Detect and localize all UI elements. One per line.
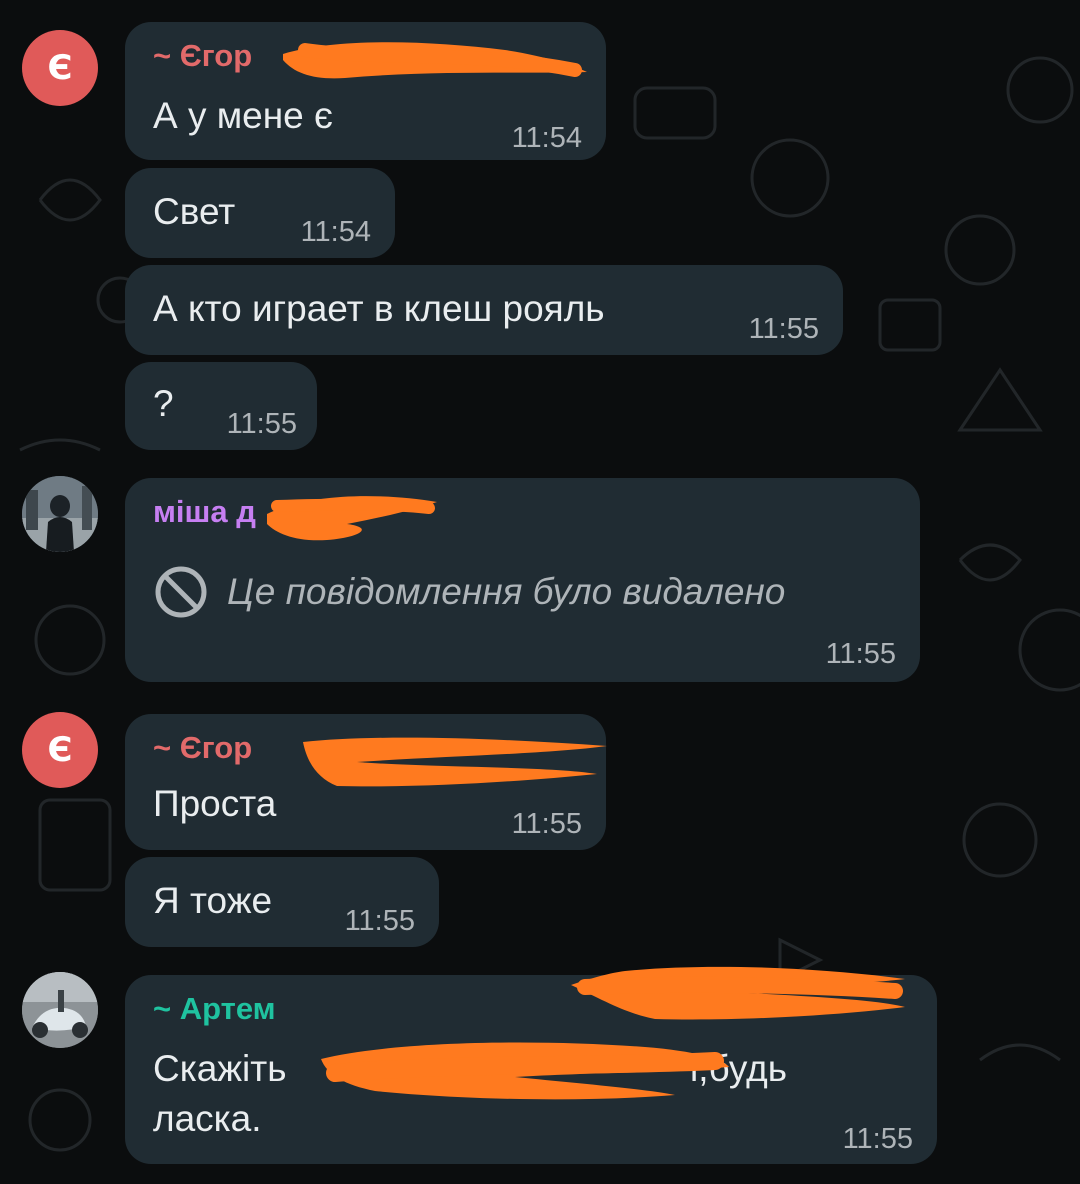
message-text: А кто играет в клеш рояль — [153, 288, 605, 329]
message-text-line2: ласка. — [153, 1098, 262, 1139]
avatar-egor[interactable]: Є — [22, 712, 98, 788]
message-time: 11:55 — [511, 808, 582, 840]
sender-name[interactable]: міша д — [153, 494, 256, 530]
message-text: Свет — [153, 191, 236, 232]
message-bubble[interactable]: ~ Артем Скажіть і,будь ласка. 11:55 — [125, 966, 937, 1164]
deleted-message-text: Це повідомлення було видалено — [227, 571, 786, 612]
message-time: 11:54 — [511, 122, 582, 154]
redaction-scribble — [321, 1042, 729, 1100]
avatar-photo — [22, 476, 98, 552]
message-bubble[interactable]: ~ Єгор Проста 11:55 — [125, 714, 607, 850]
avatar-letter: Є — [47, 48, 73, 88]
message-time: 11:54 — [300, 216, 371, 248]
message-bubble[interactable]: Я тоже 11:55 — [125, 857, 439, 947]
avatar-misha[interactable] — [22, 476, 98, 552]
deleted-message-notice: Це повідомлення було видалено — [153, 564, 785, 620]
message-time: 11:55 — [226, 408, 297, 440]
message-time: 11:55 — [748, 313, 819, 345]
prohibited-circle-icon — [155, 566, 207, 618]
chat-message-list[interactable]: Є ~ Єгор А у мене є 11:54 Свет 11:54 А к… — [0, 0, 1080, 1184]
avatar-egor[interactable]: Є — [22, 30, 98, 106]
message-text-line1-start: Скажіть — [153, 1048, 287, 1089]
message-time: 11:55 — [842, 1123, 913, 1155]
message-text: А у мене є — [153, 95, 333, 136]
message-bubble[interactable]: Свет 11:54 — [125, 168, 395, 258]
sender-name[interactable]: ~ Єгор — [153, 38, 252, 74]
message-bubble[interactable]: ~ Єгор А у мене є 11:54 — [125, 22, 606, 160]
message-text: Я тоже — [153, 880, 273, 921]
redaction-scribble — [303, 737, 607, 787]
redaction-scribble — [283, 42, 587, 79]
redaction-scribble — [267, 496, 437, 541]
sender-name[interactable]: ~ Артем — [153, 991, 276, 1027]
message-text: ? — [153, 383, 174, 424]
avatar-artem[interactable] — [22, 972, 98, 1048]
avatar-photo — [22, 972, 98, 1048]
message-text: Проста — [153, 783, 277, 824]
message-time: 11:55 — [344, 905, 415, 937]
message-bubble[interactable]: ? 11:55 — [125, 362, 317, 450]
message-bubble-deleted[interactable]: міша д Це повідомлення було видалено 11:… — [125, 478, 920, 682]
avatar-letter: Є — [47, 730, 73, 770]
message-time: 11:55 — [825, 638, 896, 670]
message-bubble[interactable]: А кто играет в клеш рояль 11:55 — [125, 265, 843, 355]
sender-name[interactable]: ~ Єгор — [153, 730, 252, 766]
